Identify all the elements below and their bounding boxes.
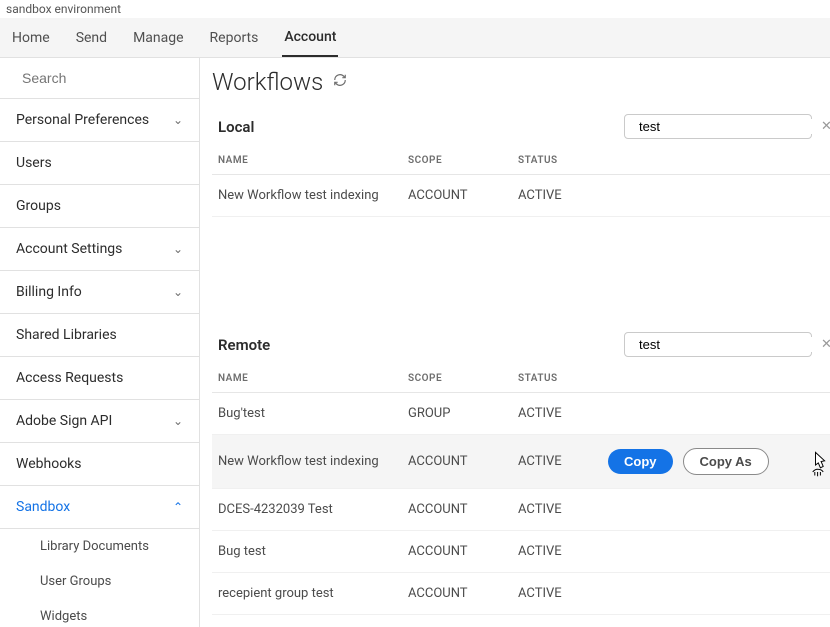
- col-status-header: STATUS: [518, 155, 608, 166]
- cell-scope: ACCOUNT: [408, 586, 518, 601]
- col-name-header: NAME: [218, 155, 408, 166]
- nav-home[interactable]: Home: [10, 20, 52, 56]
- cell-scope: ACCOUNT: [408, 544, 518, 559]
- table-row[interactable]: New Workflow test indexing ACCOUNT ACTIV…: [212, 435, 830, 489]
- sub-item-library-documents[interactable]: Library Documents: [0, 529, 199, 564]
- remote-search[interactable]: ✕: [624, 332, 812, 357]
- local-title: Local: [218, 118, 254, 136]
- sidebar-item-label: Account Settings: [16, 241, 122, 257]
- sidebar-item-groups[interactable]: Groups: [0, 185, 199, 228]
- cell-status: ACTIVE: [518, 188, 608, 203]
- sidebar-item-shared-libraries[interactable]: Shared Libraries: [0, 314, 199, 357]
- sidebar-item-label: Users: [16, 155, 52, 171]
- table-row[interactable]: New Workflow test indexing ACCOUNT ACTIV…: [212, 175, 830, 217]
- table-row[interactable]: DCES-4232039 Test ACCOUNT ACTIVE: [212, 489, 830, 531]
- refresh-icon[interactable]: [333, 73, 347, 91]
- sidebar-search[interactable]: [0, 58, 199, 99]
- sidebar-item-sandbox[interactable]: Sandbox ⌃: [0, 486, 199, 529]
- col-status-header: STATUS: [518, 373, 608, 384]
- chevron-down-icon: ⌄: [173, 113, 183, 127]
- cell-status: ACTIVE: [518, 544, 608, 559]
- local-search[interactable]: ✕: [624, 114, 812, 139]
- sandbox-subitems: Library Documents User Groups Widgets Wo…: [0, 529, 199, 627]
- col-scope-header: SCOPE: [408, 155, 518, 166]
- sidebar-item-label: Personal Preferences: [16, 112, 149, 128]
- sub-item-widgets[interactable]: Widgets: [0, 599, 199, 627]
- cell-name: New Workflow test indexing: [218, 454, 408, 469]
- cell-scope: ACCOUNT: [408, 454, 518, 469]
- chevron-down-icon: ⌄: [173, 285, 183, 299]
- copy-as-button[interactable]: Copy As: [683, 448, 769, 475]
- top-nav: Home Send Manage Reports Account: [0, 18, 830, 58]
- sidebar-item-account-settings[interactable]: Account Settings ⌄: [0, 228, 199, 271]
- local-section: Local ✕ NAME SCOPE STATUS New Workflow t…: [212, 108, 830, 308]
- remote-title: Remote: [218, 336, 270, 354]
- sidebar-item-label: Webhooks: [16, 456, 82, 472]
- copy-button[interactable]: Copy: [608, 449, 673, 474]
- sidebar-item-billing-info[interactable]: Billing Info ⌄: [0, 271, 199, 314]
- local-search-input[interactable]: [639, 119, 815, 134]
- table-row[interactable]: recepient group test ACCOUNT ACTIVE: [212, 573, 830, 615]
- cell-scope: GROUP: [408, 406, 518, 421]
- sidebar-item-label: Shared Libraries: [16, 327, 117, 343]
- col-name-header: NAME: [218, 373, 408, 384]
- sidebar-item-users[interactable]: Users: [0, 142, 199, 185]
- sidebar-item-label: Billing Info: [16, 284, 82, 300]
- col-scope-header: SCOPE: [408, 373, 518, 384]
- main-content: Workflows Local ✕ NAME: [200, 58, 830, 627]
- table-row[interactable]: Bug test ACCOUNT ACTIVE: [212, 531, 830, 573]
- cell-status: ACTIVE: [518, 406, 608, 421]
- nav-manage[interactable]: Manage: [131, 20, 185, 56]
- table-row[interactable]: Bug'test GROUP ACTIVE: [212, 393, 830, 435]
- chevron-up-icon: ⌃: [173, 500, 183, 514]
- sidebar-search-input[interactable]: [22, 70, 200, 86]
- env-label: sandbox environment: [0, 0, 830, 18]
- cell-name: Bug'test: [218, 406, 408, 421]
- sidebar-item-adobe-sign-api[interactable]: Adobe Sign API ⌄: [0, 400, 199, 443]
- page-title: Workflows: [212, 68, 323, 96]
- sub-item-user-groups[interactable]: User Groups: [0, 564, 199, 599]
- cell-name: recepient group test: [218, 586, 408, 601]
- cell-name: Bug test: [218, 544, 408, 559]
- sidebar-item-label: Access Requests: [16, 370, 123, 386]
- sidebar-item-webhooks[interactable]: Webhooks: [0, 443, 199, 486]
- cell-status: ACTIVE: [518, 502, 608, 517]
- sidebar-item-access-requests[interactable]: Access Requests: [0, 357, 199, 400]
- remote-search-input[interactable]: [639, 337, 815, 352]
- cell-scope: ACCOUNT: [408, 502, 518, 517]
- clear-icon[interactable]: ✕: [821, 119, 830, 134]
- sidebar-item-label: Adobe Sign API: [16, 413, 112, 429]
- chevron-down-icon: ⌄: [173, 414, 183, 428]
- cell-name: New Workflow test indexing: [218, 188, 408, 203]
- cell-status: ACTIVE: [518, 454, 608, 469]
- nav-account[interactable]: Account: [282, 19, 338, 57]
- remote-section: Remote ✕ NAME SCOPE STATUS Bug'test: [212, 326, 830, 615]
- sidebar-item-label: Sandbox: [16, 499, 70, 515]
- nav-reports[interactable]: Reports: [208, 20, 261, 56]
- sidebar-item-personal-preferences[interactable]: Personal Preferences ⌄: [0, 99, 199, 142]
- cell-scope: ACCOUNT: [408, 188, 518, 203]
- sidebar: Personal Preferences ⌄ Users Groups Acco…: [0, 58, 200, 627]
- chevron-down-icon: ⌄: [173, 242, 183, 256]
- clear-icon[interactable]: ✕: [821, 337, 830, 352]
- nav-send[interactable]: Send: [74, 20, 109, 56]
- cell-status: ACTIVE: [518, 586, 608, 601]
- sidebar-item-label: Groups: [16, 198, 61, 214]
- cell-name: DCES-4232039 Test: [218, 502, 408, 517]
